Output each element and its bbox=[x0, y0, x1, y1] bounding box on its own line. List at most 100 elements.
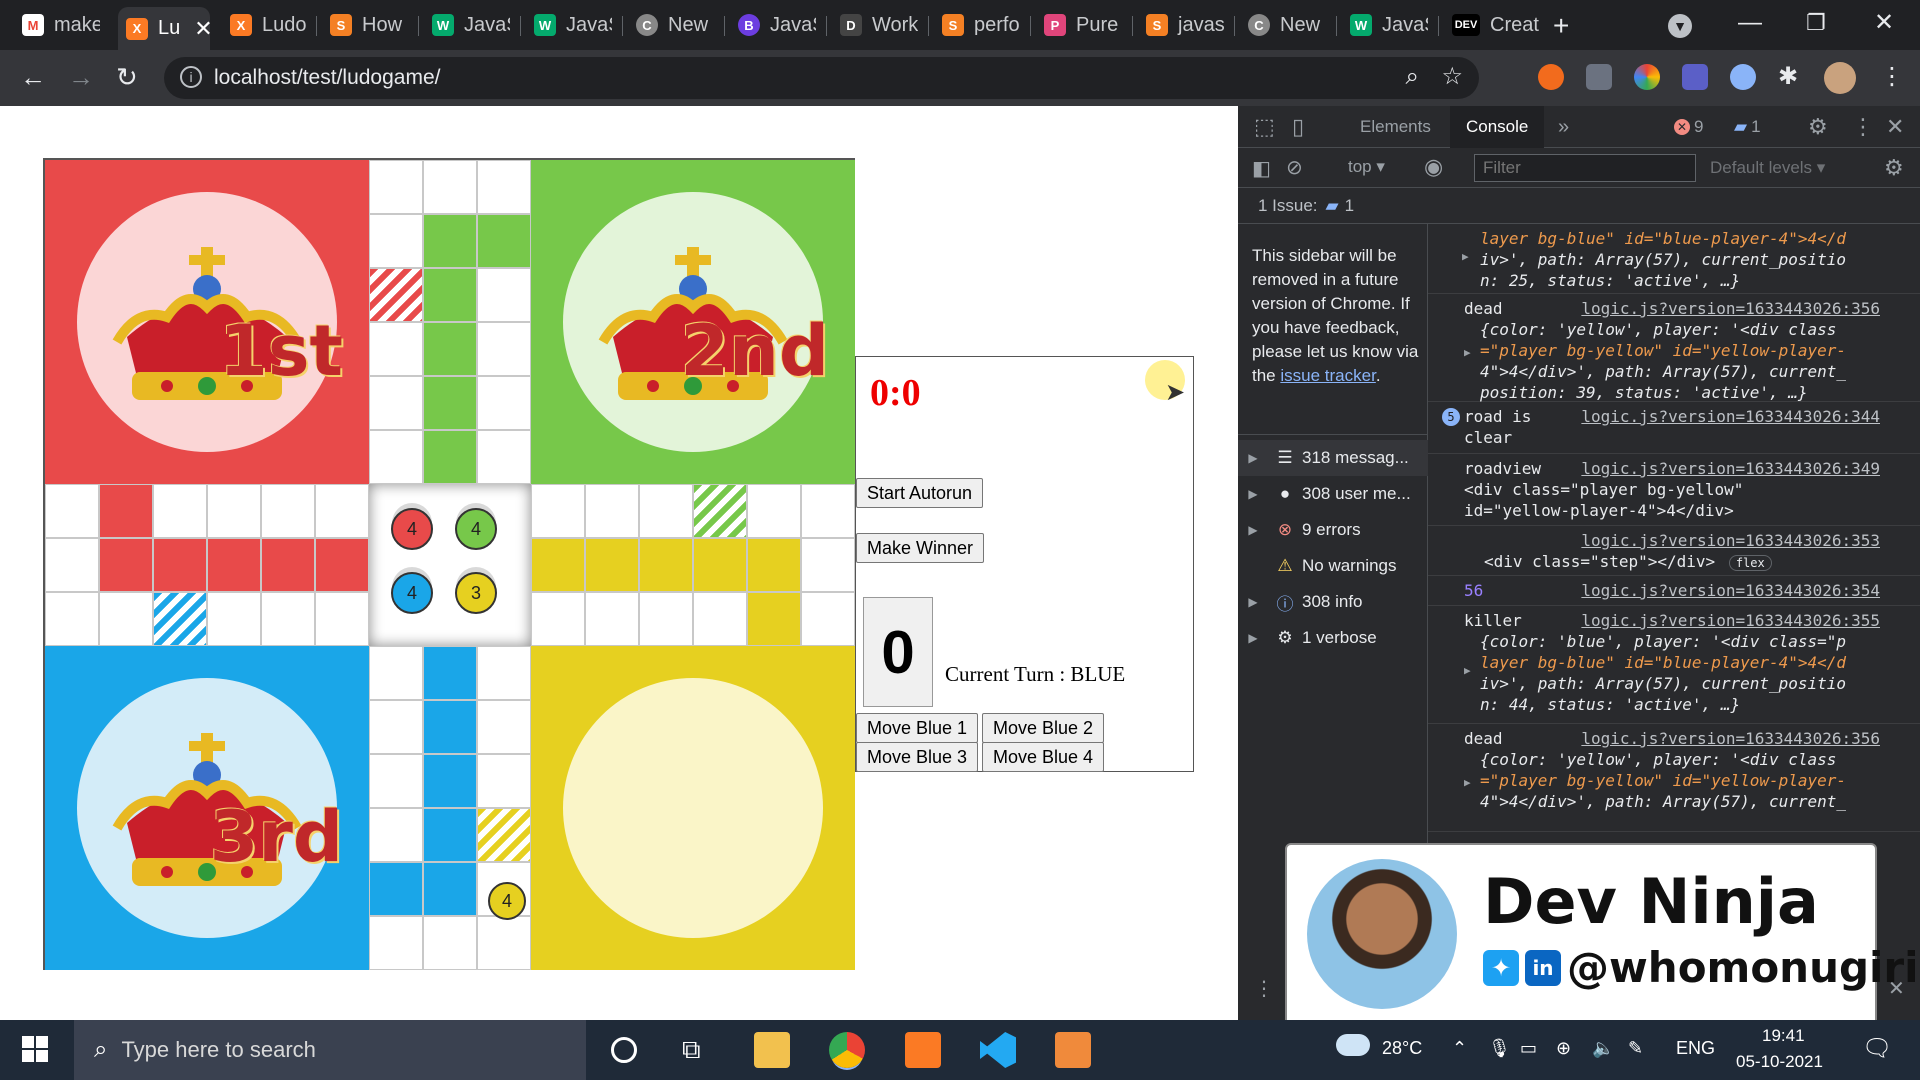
tab-4[interactable]: W JavaS bbox=[424, 7, 510, 43]
settings-icon[interactable]: ⚙ bbox=[1808, 106, 1828, 148]
issues-bar[interactable]: 1 Issue: ▰ 1 bbox=[1238, 188, 1920, 224]
info-icon[interactable]: i bbox=[180, 66, 202, 88]
tab-10[interactable]: P Pure bbox=[1036, 7, 1122, 43]
weather-cloud-icon[interactable] bbox=[1336, 1034, 1370, 1056]
tab-0[interactable]: M make bbox=[14, 7, 100, 43]
error-counter[interactable]: ✕ 9 bbox=[1674, 106, 1703, 148]
console-message[interactable]: roadview logic.js?version=1633443026:349… bbox=[1428, 454, 1920, 526]
more-tabs-icon[interactable]: » bbox=[1558, 106, 1569, 148]
console-message[interactable]: killer logic.js?version=1633443026:355 ▶… bbox=[1428, 606, 1920, 724]
sidebar-toggle-icon[interactable]: ◧ bbox=[1252, 156, 1271, 181]
device-toolbar-icon[interactable]: ▯ bbox=[1292, 106, 1304, 148]
extension-icon[interactable] bbox=[1586, 64, 1612, 90]
console-message[interactable]: logic.js?version=1633443026:353 <div cla… bbox=[1428, 526, 1920, 576]
console-message[interactable]: ▶ layer bg-blue" id="blue-player-4">4</d… bbox=[1428, 224, 1920, 294]
new-tab-button[interactable]: + bbox=[1553, 12, 1569, 40]
source-link[interactable]: logic.js?version=1633443026:356 bbox=[1581, 298, 1880, 319]
address-bar[interactable]: i localhost/test/ludogame/ ⌕ ☆ bbox=[164, 57, 1479, 99]
language-indicator[interactable]: ENG bbox=[1676, 1038, 1715, 1059]
sidebar-item-info[interactable]: ▶ ⓘ 308 info bbox=[1238, 584, 1428, 620]
tab-5[interactable]: W JavaS bbox=[526, 7, 612, 43]
move-blue-3-button[interactable]: Move Blue 3 bbox=[856, 742, 979, 772]
flex-badge[interactable]: flex bbox=[1728, 555, 1772, 571]
close-window-icon[interactable]: ✕ bbox=[1874, 10, 1894, 36]
clock-date[interactable]: 05-10-2021 bbox=[1736, 1052, 1823, 1072]
volume-icon[interactable]: 🔈 bbox=[1592, 1038, 1614, 1059]
close-devtools-icon[interactable]: ✕ bbox=[1886, 106, 1904, 148]
console-message[interactable]: 5 road is logic.js?version=1633443026:34… bbox=[1428, 402, 1920, 454]
tab-14[interactable]: DEV Creat bbox=[1444, 7, 1540, 43]
minimize-icon[interactable]: — bbox=[1738, 10, 1762, 36]
network-icon[interactable]: ⊕ bbox=[1556, 1038, 1571, 1059]
tab-12[interactable]: C New bbox=[1240, 7, 1326, 43]
levels-select[interactable]: Default levels ▾ bbox=[1710, 158, 1825, 178]
source-link[interactable]: logic.js?version=1633443026:354 bbox=[1581, 580, 1880, 601]
tab-2[interactable]: X Ludo bbox=[222, 7, 308, 43]
move-blue-1-button[interactable]: Move Blue 1 bbox=[856, 713, 979, 743]
tab-6[interactable]: C New bbox=[628, 7, 714, 43]
issue-tracker-link[interactable]: issue tracker bbox=[1280, 366, 1375, 385]
drawer-menu-icon[interactable]: ⋮ bbox=[1254, 976, 1274, 1001]
move-blue-4-button[interactable]: Move Blue 4 bbox=[982, 742, 1105, 772]
tab-3[interactable]: S How bbox=[322, 7, 408, 43]
bookmark-star-icon[interactable]: ☆ bbox=[1441, 62, 1463, 91]
devtools-menu-icon[interactable]: ⋮ bbox=[1852, 106, 1874, 148]
extension-icon[interactable] bbox=[1538, 64, 1564, 90]
back-icon[interactable]: ← bbox=[20, 64, 46, 90]
tab-console[interactable]: Console bbox=[1450, 106, 1545, 148]
console-message[interactable]: 56 logic.js?version=1633443026:354 bbox=[1428, 576, 1920, 606]
make-winner-button[interactable]: Make Winner bbox=[856, 533, 985, 563]
temperature[interactable]: 28°C bbox=[1382, 1038, 1422, 1059]
extension-icon[interactable] bbox=[1730, 64, 1756, 90]
tab-search-icon[interactable]: ▼ bbox=[1668, 14, 1692, 38]
profile-avatar[interactable] bbox=[1824, 62, 1856, 94]
console-settings-icon[interactable]: ⚙ bbox=[1884, 155, 1904, 181]
tab-7[interactable]: B JavaS bbox=[730, 7, 816, 43]
chrome-taskbar-icon[interactable] bbox=[829, 1032, 865, 1068]
dice[interactable]: 0 bbox=[863, 597, 933, 707]
task-view-icon[interactable]: ⧉ bbox=[682, 1034, 701, 1066]
source-link[interactable]: logic.js?version=1633443026:349 bbox=[1581, 458, 1880, 479]
source-link[interactable]: logic.js?version=1633443026:356 bbox=[1581, 728, 1880, 749]
move-blue-2-button[interactable]: Move Blue 2 bbox=[982, 713, 1105, 743]
sidebar-item-verbose[interactable]: ▶ ⚙ 1 verbose bbox=[1238, 620, 1428, 656]
color-picker-icon[interactable] bbox=[1634, 64, 1660, 90]
sidebar-item-warnings[interactable]: ⚠ No warnings bbox=[1238, 548, 1428, 584]
source-link[interactable]: logic.js?version=1633443026:344 bbox=[1581, 406, 1880, 427]
recorder-icon[interactable] bbox=[1055, 1032, 1091, 1068]
source-link[interactable]: logic.js?version=1633443026:353 bbox=[1581, 530, 1880, 551]
tab-8[interactable]: D Work bbox=[832, 7, 918, 43]
kebab-menu-icon[interactable]: ⋮ bbox=[1880, 64, 1904, 90]
filter-input[interactable] bbox=[1474, 154, 1696, 182]
close-tab-icon[interactable]: ✕ bbox=[194, 16, 210, 42]
puzzle-icon[interactable]: ✱ bbox=[1778, 64, 1798, 90]
tray-chevron-icon[interactable]: ⌃ bbox=[1452, 1038, 1467, 1059]
tab-elements[interactable]: Elements bbox=[1360, 106, 1431, 148]
tab-13[interactable]: W JavaS bbox=[1342, 7, 1428, 43]
sidebar-item-errors[interactable]: ▶ ⊗ 9 errors bbox=[1238, 512, 1428, 548]
clock-time[interactable]: 19:41 bbox=[1762, 1026, 1805, 1046]
sidebar-item-messages[interactable]: ▶ ☰ 318 messag... bbox=[1238, 440, 1428, 476]
windows-start-icon[interactable] bbox=[22, 1036, 48, 1062]
vscode-icon[interactable] bbox=[980, 1032, 1016, 1068]
start-autorun-button[interactable]: Start Autorun bbox=[856, 478, 984, 508]
extension-icon[interactable] bbox=[1682, 64, 1708, 90]
message-counter[interactable]: ▰ 1 bbox=[1734, 106, 1761, 148]
pen-icon[interactable]: ✎ bbox=[1628, 1038, 1643, 1059]
eye-icon[interactable]: ◉ bbox=[1424, 154, 1443, 180]
url-text[interactable]: localhost/test/ludogame/ bbox=[214, 66, 440, 90]
tab-9[interactable]: S perfo bbox=[934, 7, 1020, 43]
sidebar-item-user-messages[interactable]: ▶ ● 308 user me... bbox=[1238, 476, 1428, 512]
context-select[interactable]: top ▾ bbox=[1348, 157, 1385, 177]
tab-11[interactable]: S javas bbox=[1138, 7, 1224, 43]
file-explorer-icon[interactable] bbox=[754, 1032, 790, 1068]
cortana-icon[interactable] bbox=[611, 1037, 637, 1063]
restore-icon[interactable]: ❐ bbox=[1806, 10, 1826, 36]
forward-icon[interactable]: → bbox=[68, 64, 94, 90]
source-link[interactable]: logic.js?version=1633443026:355 bbox=[1581, 610, 1880, 631]
tab-1-active[interactable]: X Lu ✕ bbox=[118, 7, 210, 50]
taskbar-search[interactable]: ⌕ Type here to search bbox=[74, 1020, 586, 1080]
notification-icon[interactable]: 🗨 bbox=[1862, 1034, 1892, 1063]
xampp-taskbar-icon[interactable] bbox=[905, 1032, 941, 1068]
console-message[interactable]: dead logic.js?version=1633443026:356 ▶ {… bbox=[1428, 724, 1920, 832]
